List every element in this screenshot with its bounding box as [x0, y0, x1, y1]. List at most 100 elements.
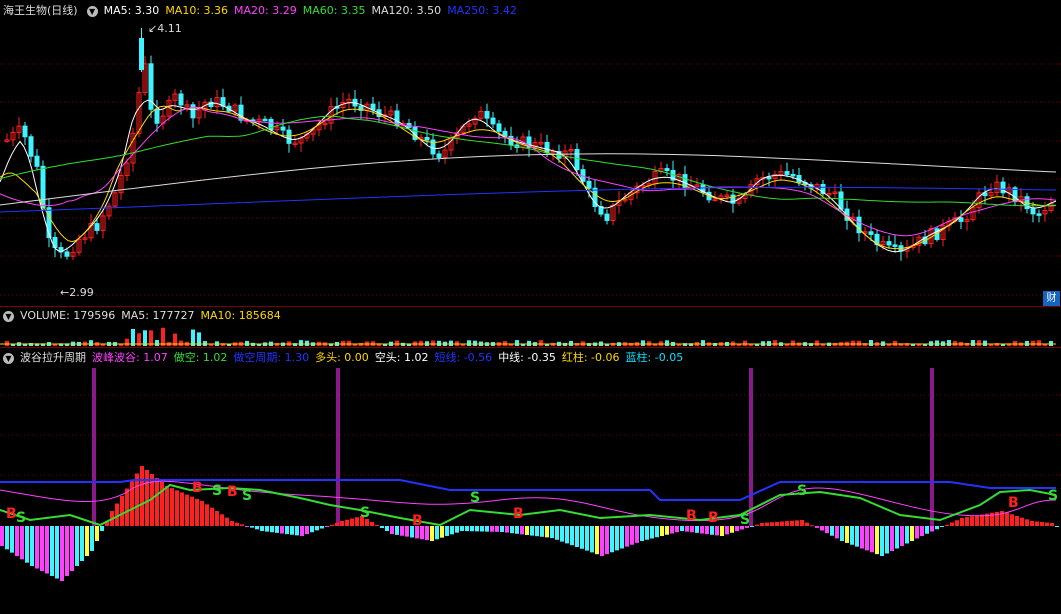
histogram-bar	[5, 526, 9, 550]
indicator-legend-item: 红柱: -0.06	[561, 351, 620, 364]
volume-bar	[515, 340, 519, 346]
volume-bar	[419, 340, 423, 346]
histogram-bar	[160, 482, 164, 526]
volume-bar	[575, 343, 579, 346]
histogram-bar	[215, 511, 219, 526]
histogram-bar	[1005, 512, 1009, 526]
histogram-bar	[495, 526, 499, 532]
ma-legend-item: MA20: 3.29	[234, 4, 297, 17]
histogram-bar	[290, 526, 294, 535]
histogram-bar	[800, 520, 804, 526]
histogram-bar	[780, 521, 784, 526]
histogram-bar	[825, 526, 829, 534]
volume-bar	[473, 340, 477, 346]
histogram-bar	[95, 526, 99, 541]
histogram-bar	[700, 526, 704, 534]
collapse-icon[interactable]: ▼	[3, 310, 14, 322]
histogram-bar	[140, 466, 144, 526]
volume-ma10: MA10: 185684	[200, 309, 281, 322]
histogram-bar	[350, 518, 354, 526]
histogram-bar	[715, 526, 719, 536]
volume-bar	[569, 340, 573, 346]
histogram-bar	[330, 524, 334, 526]
histogram-bar	[665, 526, 669, 535]
histogram-bar	[805, 522, 809, 526]
histogram-bar	[175, 490, 179, 526]
volume-bar	[995, 343, 999, 346]
histogram-bar	[820, 526, 824, 531]
histogram-bar	[1050, 523, 1054, 526]
histogram-bar	[610, 526, 614, 553]
histogram-bar	[795, 520, 799, 526]
signal-marker: S	[797, 483, 807, 499]
histogram-bar	[1055, 526, 1059, 527]
histogram-bar	[730, 526, 734, 533]
signal-marker: S	[242, 488, 252, 504]
low-price-label: ←2.99	[60, 286, 94, 299]
histogram-bar	[770, 522, 774, 526]
histogram-bar	[520, 526, 524, 535]
histogram-bar	[355, 517, 359, 526]
histogram-bar	[545, 526, 549, 538]
histogram-bar	[125, 488, 129, 526]
histogram-bar	[875, 526, 879, 555]
histogram-bar	[1035, 521, 1039, 526]
histogram-bar	[630, 526, 634, 545]
volume-bar	[1037, 340, 1041, 346]
histogram-bar	[1025, 519, 1029, 526]
cycle-bar	[749, 368, 753, 526]
histogram-bar	[380, 526, 384, 528]
histogram-bar	[40, 526, 44, 571]
histogram-bar	[960, 518, 964, 526]
candle-body	[766, 176, 772, 180]
signal-marker: S	[360, 505, 370, 521]
signal-marker: S	[16, 510, 26, 526]
histogram-bar	[450, 526, 454, 535]
candle-body	[868, 231, 874, 235]
histogram-bar	[35, 526, 39, 569]
histogram-bar	[0, 526, 4, 546]
histogram-bar	[60, 526, 64, 581]
stock-title: 海王生物(日线)	[3, 4, 78, 17]
histogram-bar	[755, 524, 759, 526]
cycle-bar	[930, 368, 934, 526]
volume-bar	[347, 340, 351, 346]
indicator-legend-item: 中线: -0.35	[498, 351, 556, 364]
signal-marker: B	[686, 508, 697, 524]
candle-body	[1030, 208, 1036, 215]
histogram-bar	[165, 486, 169, 526]
volume-bar	[431, 340, 435, 346]
histogram-bar	[145, 470, 149, 526]
histogram-bar	[1040, 522, 1044, 526]
histogram-bar	[210, 507, 214, 526]
histogram-bar	[170, 488, 174, 526]
price-chart[interactable]: ↙4.11 ←2.99	[0, 0, 1061, 306]
histogram-bar	[945, 524, 949, 526]
histogram-bar	[465, 526, 469, 532]
volume-bar	[437, 340, 441, 346]
ma-legend-item: MA120: 3.50	[371, 4, 442, 17]
finance-badge[interactable]: 财	[1043, 291, 1060, 306]
candle-body	[790, 173, 796, 177]
histogram-bar	[605, 526, 609, 555]
volume-bar	[1013, 340, 1017, 346]
histogram-bar	[660, 526, 664, 536]
histogram-bar	[305, 526, 309, 535]
candle-body	[22, 125, 28, 138]
indicator-chart[interactable]: B SB S B SS BSB B B SSB S	[0, 350, 1061, 614]
volume-bar	[395, 340, 399, 346]
signal-marker: B	[513, 506, 524, 522]
histogram-bar	[195, 498, 199, 526]
collapse-icon[interactable]: ▼	[86, 5, 98, 17]
histogram-bar	[645, 526, 649, 540]
collapse-icon[interactable]: ▼	[3, 352, 14, 364]
histogram-bar	[50, 526, 54, 576]
histogram-bar	[790, 520, 794, 526]
candle-body	[664, 168, 670, 171]
histogram-bar	[965, 517, 969, 526]
histogram-bar	[635, 526, 639, 543]
candle-body	[886, 241, 892, 246]
histogram-bar	[20, 526, 24, 560]
histogram-bar	[530, 526, 534, 536]
histogram-bar	[1030, 521, 1034, 526]
